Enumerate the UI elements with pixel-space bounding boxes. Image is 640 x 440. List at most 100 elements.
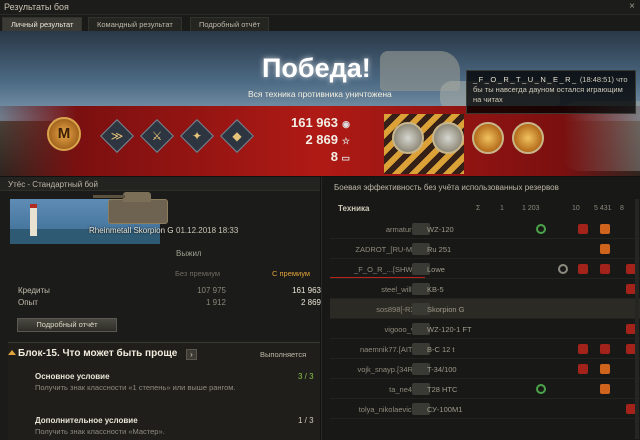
- result-tabs: Личный результат Командный результат Под…: [0, 15, 640, 31]
- credits-earned: 161 963: [291, 115, 338, 130]
- player-tank: WZ-120-1 FT: [427, 325, 472, 334]
- award-target-icon[interactable]: [512, 122, 544, 154]
- award-tank-icon[interactable]: [432, 122, 464, 154]
- extra-condition-progress: 1 / 3: [298, 416, 314, 425]
- damage-icon: [578, 364, 588, 374]
- player-row[interactable]: vojk_snayp.[34RS] T-34/100: [330, 359, 640, 379]
- player-name: vigooo_vic: [384, 325, 420, 334]
- earnings-label: Опыт: [18, 298, 38, 307]
- player-row[interactable]: ta_ne4ka T28 HTC: [330, 379, 640, 399]
- efficiency-header: Боевая эффективность без учёта использов…: [334, 183, 559, 192]
- chat-time: (18:48:51): [579, 75, 615, 84]
- damage-icon: [578, 224, 588, 234]
- window-titlebar: Результаты боя ×: [0, 0, 640, 15]
- player-tank: WZ-120: [427, 225, 454, 234]
- battle-date: 01.12.2018 18:33: [176, 226, 239, 235]
- column-5431[interactable]: 5 431: [594, 205, 612, 212]
- battle-result-subtitle: Вся техника противника уничтожена: [248, 89, 392, 99]
- tab-team[interactable]: Командный результат: [88, 17, 182, 31]
- kill-icon: [600, 244, 610, 254]
- tab-personal[interactable]: Личный результат: [2, 17, 83, 31]
- spotted-icon: [536, 384, 546, 394]
- player-row[interactable]: ZADROT_[RU-MO] Ru 251: [330, 239, 640, 259]
- vehicle-name: Rheinmetall Skorpion G: [89, 226, 174, 235]
- xp-earned: 2 869: [305, 132, 338, 147]
- column-tech[interactable]: Техника: [338, 204, 369, 213]
- player-tank: T28 HTC: [427, 385, 458, 394]
- player-row[interactable]: vigooo_vic WZ-120-1 FT: [330, 319, 640, 339]
- earnings-summary: 161 963 ◉ 2 869 ☆ 8 ▭: [290, 115, 350, 166]
- victory-banner: Победа! Вся техника противника уничтожен…: [0, 31, 640, 176]
- chat-sender: _F_O_R_T_U_N_E_R_: [473, 75, 578, 84]
- kill-icon: [600, 364, 610, 374]
- quest-open-button[interactable]: ›: [186, 349, 197, 360]
- earnings-label: Кредиты: [18, 286, 50, 295]
- lighthouse-icon: [30, 204, 37, 236]
- player-name: ta_ne4ka: [389, 385, 420, 394]
- earnings-row: Опыт 1 912 2 869: [18, 298, 321, 307]
- player-name: _F_O_R_...[SHWR]: [354, 265, 420, 274]
- kill-icon: [600, 384, 610, 394]
- mastery-badge-icon[interactable]: M: [47, 117, 81, 151]
- tab-detailed[interactable]: Подробный отчёт: [190, 17, 270, 31]
- player-name: tolya_nikolaevich1: [358, 405, 420, 414]
- damage-icon: [600, 344, 610, 354]
- spotted-icon: [536, 224, 546, 234]
- award-star-icon[interactable]: [472, 122, 504, 154]
- close-icon[interactable]: ×: [629, 1, 635, 12]
- player-name: sos898[-RX-]: [376, 305, 420, 314]
- column-1203[interactable]: 1 203: [522, 205, 540, 212]
- main-condition-progress: 3 / 3: [298, 372, 314, 381]
- player-tank: T-34/100: [427, 365, 457, 374]
- quest-state: Выполняется: [260, 350, 307, 359]
- column-8[interactable]: 8: [620, 205, 624, 212]
- player-tank: KB-5: [427, 285, 444, 294]
- earnings-base: 107 975: [197, 286, 226, 295]
- player-row[interactable]: steel_will72 KB-5: [330, 279, 640, 299]
- earnings-premium: 2 869: [300, 298, 321, 307]
- main-condition-desc: Получить знак классности «1 степень» или…: [35, 383, 236, 392]
- detailed-report-button[interactable]: Подробный отчёт: [17, 318, 117, 332]
- column-sigma[interactable]: Σ: [476, 205, 480, 212]
- battle-result: Победа!: [262, 53, 371, 83]
- quest-title: Блок-15. Что может быть проще: [18, 348, 178, 359]
- bonds-icon: ▭: [341, 153, 350, 163]
- player-tank: Lowe: [427, 265, 445, 274]
- player-name: naemnik77.[AITD]: [359, 345, 420, 354]
- award-tank-icon[interactable]: [392, 122, 424, 154]
- assist-icon: [558, 264, 568, 274]
- earnings-premium: 161 963: [292, 286, 321, 295]
- player-name: vojk_snayp.[34RS]: [357, 365, 420, 374]
- map-mode-header: Утёс - Стандартный бой: [0, 177, 320, 191]
- column-premium: С премиум: [272, 269, 311, 278]
- player-name: steel_will72: [381, 285, 420, 294]
- window-title: Результаты боя: [4, 2, 69, 12]
- column-1[interactable]: 1: [500, 205, 504, 212]
- chat-message: _F_O_R_T_U_N_E_R_ (18:48:51) что бы ты н…: [466, 70, 636, 114]
- collapse-icon[interactable]: [8, 350, 16, 355]
- player-row[interactable]: tolya_nikolaevich1 СУ-100М1: [330, 399, 640, 419]
- player-row[interactable]: sos898[-RX-] Skorpion G: [330, 299, 640, 319]
- damage-icon: [600, 264, 610, 274]
- player-row[interactable]: naemnik77.[AITD] B-C 12 t: [330, 339, 640, 359]
- player-row[interactable]: armatura5 WZ-120: [330, 219, 640, 239]
- player-tank: Skorpion G: [427, 305, 465, 314]
- earnings-base: 1 912: [205, 298, 226, 307]
- damage-icon: [578, 264, 588, 274]
- player-name: armatura5: [385, 225, 420, 234]
- enemy-underline: [330, 277, 425, 278]
- player-row[interactable]: _F_O_R_...[SHWR] Lowe: [330, 259, 640, 279]
- vehicle-status: Выжил: [176, 249, 202, 258]
- player-name: ZADROT_[RU-MO]: [355, 245, 420, 254]
- kill-icon: [600, 224, 610, 234]
- player-tank: Ru 251: [427, 245, 452, 254]
- player-tank: B-C 12 t: [427, 345, 455, 354]
- extra-condition-label: Дополнительное условие: [35, 416, 138, 425]
- free-xp-earned: 8: [330, 149, 338, 164]
- extra-condition-desc: Получить знак классности «Мастер».: [35, 427, 165, 436]
- column-10[interactable]: 10: [572, 205, 580, 212]
- column-no-premium: Без премиум: [175, 269, 221, 278]
- earnings-row: Кредиты 107 975 161 963: [18, 286, 321, 295]
- team-efficiency-panel: Боевая эффективность без учёта использов…: [321, 177, 640, 440]
- scrollbar[interactable]: [635, 199, 639, 439]
